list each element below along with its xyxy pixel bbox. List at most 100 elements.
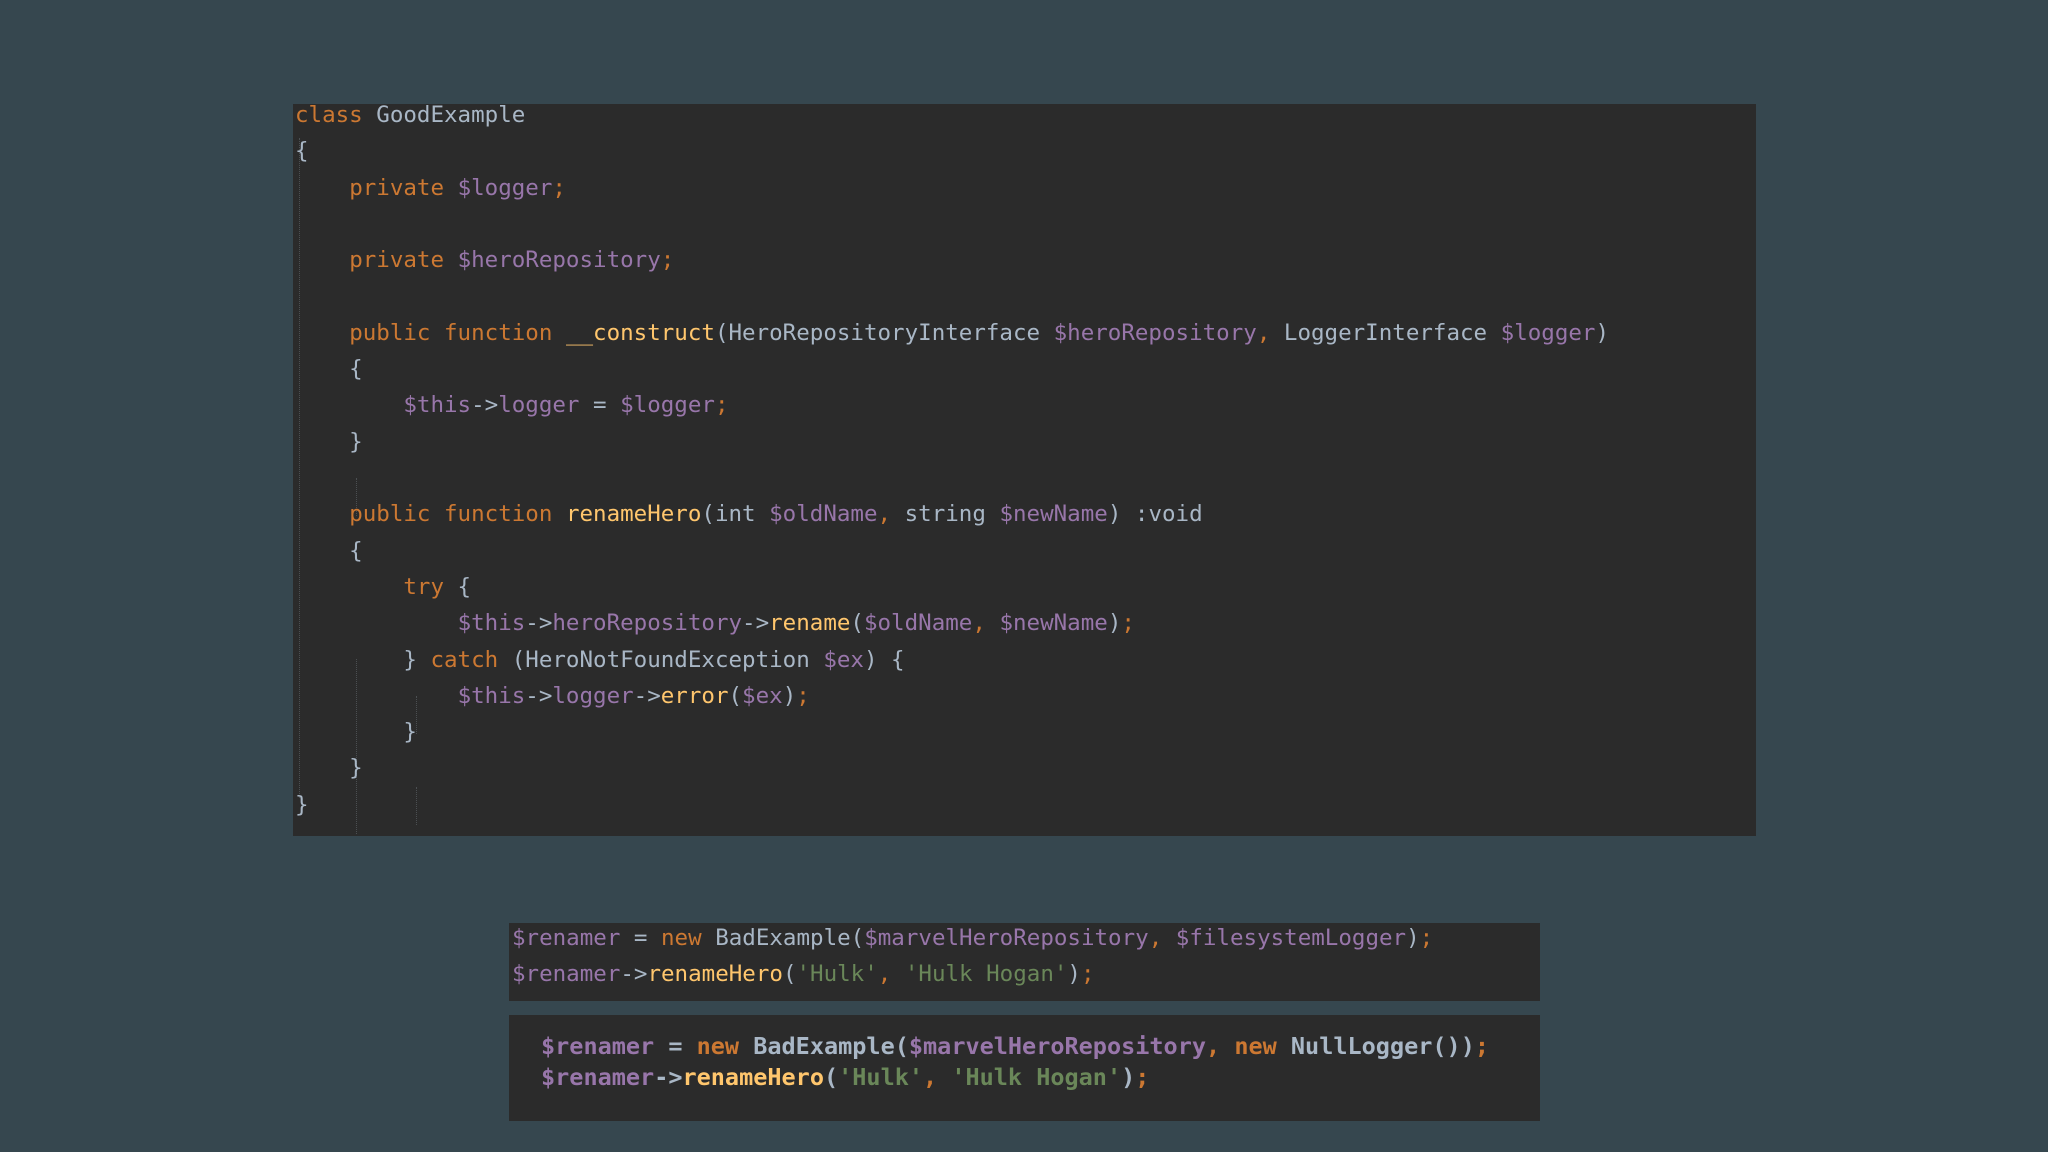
- code-token-default: ): [1067, 961, 1081, 988]
- code-token-default: [295, 247, 349, 273]
- code-token-keyword: ;: [714, 392, 729, 419]
- code-token-default: }: [295, 646, 431, 673]
- code-token-default: BadExample(: [739, 1032, 909, 1060]
- code-token-keyword: ;: [1121, 610, 1135, 637]
- code-token-keyword: new: [661, 925, 702, 951]
- code-token-default: {: [295, 138, 309, 165]
- code-token-default: ) {: [863, 646, 905, 673]
- code-token-variable: $marvelHeroRepository: [908, 1032, 1206, 1060]
- code-token-default: [295, 320, 349, 346]
- code-token-default: [295, 175, 349, 201]
- code-token-default: {: [295, 356, 363, 383]
- code-token-default: (: [782, 961, 797, 988]
- code-token-default: ): [1406, 925, 1420, 951]
- code-line: private $heroRepository;: [295, 249, 674, 285]
- code-line: $this->logger = $logger;: [295, 392, 729, 430]
- code-token-default: (: [850, 610, 864, 637]
- code-token-default: [444, 247, 458, 273]
- code-token-variable: $marvelHeroRepository: [864, 925, 1149, 951]
- code-token-default: [1162, 925, 1176, 951]
- code-token-variable: $this: [403, 392, 472, 419]
- code-token-variable: $renamer: [512, 925, 621, 951]
- code-token-string: 'Hulk': [796, 961, 878, 988]
- code-token-default: ->: [633, 682, 661, 709]
- code-token-keyword: ;: [796, 682, 810, 709]
- code-line: class GoodExample: [295, 104, 525, 140]
- code-token-variable: $newName: [999, 501, 1108, 528]
- code-token-default: GoodExample: [362, 104, 526, 128]
- code-token-method: renameHero: [682, 1063, 824, 1091]
- code-token-default: ): [1595, 319, 1610, 346]
- code-token-default: =: [654, 1032, 697, 1060]
- code-token-default: ) :void: [1107, 501, 1203, 528]
- code-token-default: ): [782, 682, 797, 709]
- code-token-default: (: [823, 1063, 839, 1091]
- code-token-default: }: [295, 428, 363, 455]
- code-panel-usage-filesystem-logger: $renamer = new BadExample($marvelHeroRep…: [509, 923, 1540, 1001]
- code-token-default: }: [295, 755, 363, 782]
- code-token-default: }: [295, 791, 309, 818]
- code-token-keyword: private: [349, 174, 445, 201]
- code-token-keyword: new: [1234, 1032, 1277, 1060]
- code-panel-good-example: class GoodExample{ private $logger; priv…: [293, 104, 1756, 836]
- code-token-default: NullLogger()): [1276, 1032, 1475, 1060]
- code-line: }: [295, 757, 363, 793]
- code-token-variable: heroRepository: [552, 610, 743, 637]
- code-line: $renamer = new BadExample($marvelHeroRep…: [512, 927, 1433, 963]
- code-token-method: rename: [769, 610, 851, 637]
- code-token-keyword: ,: [1256, 319, 1271, 346]
- code-line: {: [295, 537, 363, 576]
- code-token-string: 'Hulk': [838, 1063, 924, 1091]
- code-token-keyword: ,: [877, 501, 892, 528]
- code-token-default: [295, 574, 403, 600]
- code-token-keyword: try: [403, 573, 445, 600]
- code-token-variable: $renamer: [541, 1063, 655, 1091]
- code-token-default: ): [1121, 1063, 1136, 1091]
- code-token-keyword: ,: [1206, 1032, 1221, 1060]
- code-line: private $logger;: [295, 174, 566, 213]
- code-line: $renamer->renameHero('Hulk', 'Hulk Hogan…: [512, 963, 1095, 999]
- code-token-default: [986, 610, 1000, 636]
- code-token-method: __construct: [565, 319, 715, 346]
- code-token-keyword: ,: [923, 1063, 938, 1091]
- code-token-variable: $oldName: [863, 610, 973, 637]
- code-token-default: =: [579, 392, 621, 419]
- code-token-variable: $this: [457, 610, 526, 637]
- code-token-variable: $heroRepository: [1053, 319, 1257, 346]
- code-token-variable: $logger: [620, 392, 715, 419]
- code-token-default: string: [891, 501, 1000, 528]
- code-token-default: {: [444, 573, 472, 600]
- code-token-default: (HeroRepositoryInterface: [714, 319, 1054, 346]
- code-token-keyword: private: [349, 247, 445, 274]
- code-token-keyword: ,: [1148, 925, 1163, 951]
- code-token-default: [552, 501, 566, 527]
- code-token-keyword: ;: [1080, 961, 1095, 988]
- code-line: } catch (HeroNotFoundException $ex) {: [295, 646, 905, 685]
- code-token-default: [295, 610, 458, 636]
- code-token-variable: $newName: [999, 610, 1108, 637]
- code-line: {: [295, 140, 309, 176]
- code-token-default: [444, 175, 458, 201]
- code-token-default: {: [295, 537, 363, 564]
- code-line: $this->heroRepository->rename($oldName, …: [295, 612, 1135, 648]
- code-token-default: =: [620, 925, 662, 951]
- code-line: public function renameHero(int $oldName,…: [295, 501, 1203, 539]
- code-token-default: [891, 961, 905, 987]
- code-token-default: (: [728, 682, 743, 709]
- code-token-keyword: catch: [430, 646, 499, 673]
- code-token-default: (HeroNotFoundException: [498, 646, 824, 673]
- code-token-keyword: ;: [1135, 1063, 1150, 1091]
- code-token-variable: $oldName: [769, 501, 878, 528]
- code-token-variable: $renamer: [512, 961, 621, 988]
- code-token-keyword: ;: [660, 247, 675, 274]
- code-token-method: renameHero: [647, 961, 783, 988]
- code-line: }: [295, 721, 417, 757]
- code-token-keyword: ;: [1419, 925, 1434, 951]
- code-token-variable: $ex: [742, 682, 783, 709]
- code-token-method: error: [660, 682, 729, 709]
- code-token-variable: logger: [552, 682, 634, 709]
- code-token-default: LoggerInterface: [1270, 319, 1501, 346]
- code-token-default: }: [295, 719, 417, 746]
- code-panel-usage-null-logger: $renamer = new BadExample($marvelHeroRep…: [509, 1015, 1540, 1121]
- code-line: }: [295, 791, 309, 830]
